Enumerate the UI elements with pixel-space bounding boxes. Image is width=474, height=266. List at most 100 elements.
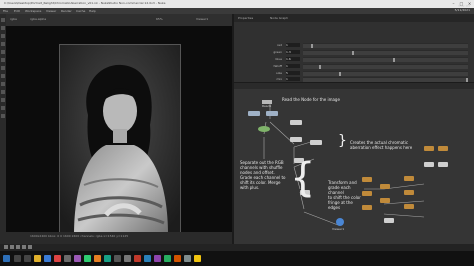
menu-render[interactable]: Render — [61, 9, 72, 13]
prop-slider-falloff[interactable] — [303, 64, 468, 69]
start-icon[interactable] — [3, 255, 10, 262]
prop-field-falloff[interactable]: 1 — [286, 64, 300, 68]
annotation-separate: Separate out the RGB channels with shuff… — [240, 160, 286, 190]
taskbar-clock[interactable]: 3:02 PM 5/11/2021 — [455, 4, 470, 12]
app-icon[interactable] — [134, 255, 141, 262]
prop-slider-size[interactable] — [303, 71, 468, 76]
slider-knob[interactable] — [311, 44, 314, 48]
3d-tool-icon[interactable] — [1, 90, 5, 94]
time-tool-icon[interactable] — [1, 34, 5, 38]
prop-field-green[interactable]: 1.3 — [286, 50, 300, 54]
menu-workspace[interactable]: Workspace — [25, 9, 41, 13]
app-icon[interactable] — [144, 255, 151, 262]
prop-slider-red[interactable] — [303, 43, 468, 48]
app-icon[interactable] — [84, 255, 91, 262]
app-icon[interactable] — [174, 255, 181, 262]
node-shuffle[interactable] — [266, 111, 278, 116]
fast-forward-icon[interactable] — [28, 245, 32, 249]
menu-help[interactable]: Help — [89, 9, 96, 13]
channel-tool-icon[interactable] — [1, 42, 5, 46]
portrait-illustration — [60, 45, 180, 235]
portrait-image — [59, 44, 181, 236]
play-icon[interactable] — [16, 245, 20, 249]
prop-slider-green[interactable] — [303, 50, 468, 55]
search-icon[interactable] — [14, 255, 21, 262]
node-shuffle[interactable] — [248, 111, 260, 116]
browser-icon[interactable] — [44, 255, 51, 262]
annotation-chromatic: Creates the actual chromatic aberration … — [350, 140, 413, 150]
views-tool-icon[interactable] — [1, 98, 5, 102]
app-icon[interactable] — [104, 255, 111, 262]
viewer-name[interactable]: Viewer1 — [196, 17, 208, 21]
app-icon[interactable] — [184, 255, 191, 262]
menu-viewer[interactable]: Viewer — [46, 9, 56, 13]
prop-label-green: green — [273, 50, 282, 54]
task-view-icon[interactable] — [24, 255, 31, 262]
tab-node-graph[interactable]: Node Graph — [270, 16, 288, 20]
app-icon[interactable] — [164, 255, 171, 262]
viewer-alpha-select[interactable]: rgba.alpha — [30, 17, 46, 21]
other-tool-icon[interactable] — [1, 114, 5, 118]
slider-knob[interactable] — [351, 51, 354, 55]
node-dot[interactable] — [258, 126, 270, 132]
menu-cache[interactable]: Cache — [76, 9, 85, 13]
keyer-tool-icon[interactable] — [1, 66, 5, 70]
app-icon[interactable] — [74, 255, 81, 262]
node-grade[interactable] — [290, 137, 302, 142]
brace-right: } — [338, 133, 347, 149]
node-viewer[interactable] — [336, 218, 344, 226]
app-icon[interactable] — [194, 255, 201, 262]
app-icon[interactable] — [54, 255, 61, 262]
menu-file[interactable]: File — [3, 9, 8, 13]
prop-label-falloff: falloff — [273, 64, 282, 68]
tab-properties[interactable]: Properties — [238, 16, 253, 20]
node-grade-orange[interactable] — [404, 190, 414, 195]
node-merge[interactable] — [310, 140, 322, 145]
brace-left: { — [290, 155, 316, 201]
viewer-zoom[interactable]: 65% — [156, 17, 163, 21]
annotation-transform: Transform and grade each channel to shif… — [328, 180, 361, 210]
prop-field-blue[interactable]: 1.6 — [286, 57, 300, 61]
merge-tool-icon[interactable] — [1, 74, 5, 78]
node-grade[interactable] — [290, 120, 302, 125]
filter-tool-icon[interactable] — [1, 58, 5, 62]
step-forward-icon[interactable] — [22, 245, 26, 249]
app-icon[interactable] — [114, 255, 121, 262]
rewind-icon[interactable] — [4, 245, 8, 249]
color-tool-icon[interactable] — [1, 50, 5, 54]
os-taskbar — [0, 251, 474, 266]
slider-knob[interactable] — [392, 58, 395, 62]
properties-tabs: Properties Node Graph — [234, 14, 474, 22]
step-back-icon[interactable] — [10, 245, 14, 249]
timeline-bar[interactable] — [0, 244, 474, 251]
prop-slider-blue[interactable] — [303, 57, 468, 62]
metadata-tool-icon[interactable] — [1, 106, 5, 110]
slider-knob[interactable] — [338, 72, 341, 76]
app-icon[interactable] — [154, 255, 161, 262]
viewer-channel-select[interactable]: rgba — [10, 17, 17, 21]
slider-knob[interactable] — [319, 65, 322, 69]
nuke-icon[interactable] — [64, 255, 71, 262]
node-grade-orange[interactable] — [380, 184, 390, 189]
prop-field-size[interactable]: 5 — [286, 71, 300, 75]
node-merge[interactable] — [384, 218, 394, 223]
menu-edit[interactable]: Edit — [14, 9, 20, 13]
node-grade-orange[interactable] — [380, 198, 390, 203]
prop-field-mix[interactable]: 1 — [286, 77, 300, 81]
image-tool-icon[interactable] — [1, 18, 5, 22]
annotation-read: Read the Node for the image — [282, 97, 340, 102]
clock-date: 5/11/2021 — [454, 8, 470, 12]
node-merge[interactable] — [424, 162, 434, 167]
draw-tool-icon[interactable] — [1, 26, 5, 30]
prop-slider-mix[interactable] — [303, 77, 468, 82]
node-merge[interactable] — [438, 162, 448, 167]
prop-field-red[interactable]: 1 — [286, 43, 300, 47]
file-explorer-icon[interactable] — [34, 255, 41, 262]
viewer-header: rgba rgba.alpha 65% Viewer1 — [6, 14, 232, 26]
node-grade-orange[interactable] — [404, 204, 414, 209]
slider-knob[interactable] — [466, 78, 468, 82]
app-icon[interactable] — [124, 255, 131, 262]
app-icon[interactable] — [94, 255, 101, 262]
node-grade-orange[interactable] — [404, 176, 414, 181]
transform-tool-icon[interactable] — [1, 82, 5, 86]
